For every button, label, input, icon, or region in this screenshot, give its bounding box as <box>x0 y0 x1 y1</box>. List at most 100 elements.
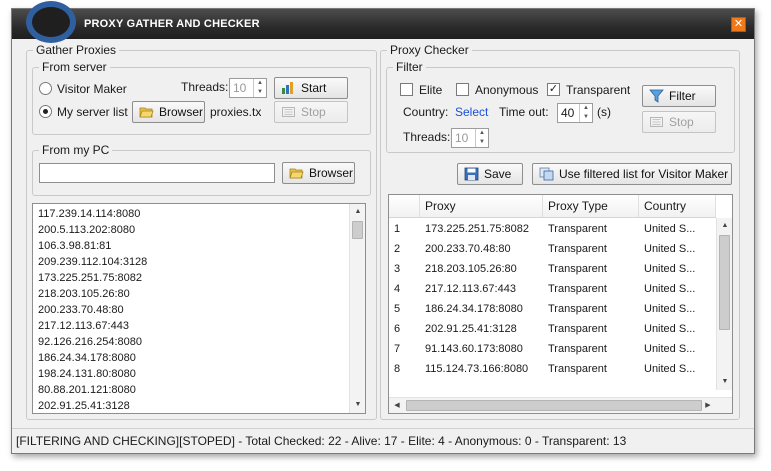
use-filtered-list-button[interactable]: Use filtered list for Visitor Maker <box>532 163 732 185</box>
row-proxy: 91.143.60.173:8080 <box>425 343 523 355</box>
list-item[interactable]: 200.5.113.202:8080 <box>33 222 365 238</box>
checked-proxy-table[interactable]: Proxy Proxy Type Country 1 173.225.251.75… <box>388 194 733 414</box>
timeout-stepper[interactable]: 40 ▲ ▼ <box>557 103 593 123</box>
gather-proxies-legend: Gather Proxies <box>33 43 120 57</box>
start-button-label: Start <box>301 81 327 95</box>
filter-button[interactable]: Filter <box>642 85 716 107</box>
visitor-maker-radio[interactable] <box>39 82 52 95</box>
checker-threads-stepper[interactable]: 10 ▲ ▼ <box>451 128 489 148</box>
stop-icon <box>282 107 295 117</box>
country-select-link[interactable]: Select <box>455 105 488 119</box>
proxy-list-scrollbar[interactable]: ▲ ▼ <box>349 204 365 413</box>
table-horizontal-scrollbar[interactable]: ◀ ▶ <box>389 397 732 413</box>
transparent-label[interactable]: Transparent <box>566 83 630 97</box>
server-browser-button[interactable]: Browser <box>132 101 205 123</box>
timeout-unit: (s) <box>597 105 611 119</box>
list-item[interactable]: 92.126.216.254:8080 <box>33 334 365 350</box>
timeout-value: 40 <box>561 106 575 120</box>
row-proxy: 173.225.251.75:8082 <box>425 223 529 235</box>
table-row[interactable]: 4 217.12.113.67:443 Transparent United S... <box>389 279 716 299</box>
scroll-up-icon[interactable]: ▲ <box>350 204 365 220</box>
folder-open-icon <box>139 107 154 118</box>
row-country: United S... <box>644 263 696 275</box>
floppy-disk-icon <box>464 167 479 181</box>
scroll-down-icon[interactable]: ▼ <box>717 374 732 390</box>
list-item[interactable]: 80.88.201.121:8080 <box>33 382 365 398</box>
row-proxy: 200.233.70.48:80 <box>425 243 511 255</box>
row-proxy-type: Transparent <box>548 263 607 275</box>
pc-browser-button[interactable]: Browser <box>282 162 355 184</box>
list-copy-icon <box>539 167 554 181</box>
list-item[interactable]: 217.12.113.67:443 <box>33 318 365 334</box>
table-horizontal-scroll-thumb[interactable] <box>406 400 702 411</box>
transparent-checkbox[interactable]: ✓ <box>547 83 560 96</box>
close-button[interactable]: ✕ <box>731 17 746 32</box>
list-item[interactable]: 202.91.25.41:3128 <box>33 398 365 413</box>
list-item[interactable]: 198.24.131.80:8080 <box>33 366 365 382</box>
column-header-proxy[interactable]: Proxy <box>420 195 543 217</box>
gathered-proxy-list[interactable]: 117.239.14.114:8080 200.5.113.202:8080 106… <box>32 203 366 414</box>
server-threads-stepper[interactable]: 10 ▲ ▼ <box>229 78 267 98</box>
scroll-left-icon[interactable]: ◀ <box>389 398 405 413</box>
pc-file-path-input[interactable] <box>39 163 275 183</box>
checker-stop-label: Stop <box>669 115 694 129</box>
column-header-proxy-type[interactable]: Proxy Type <box>543 195 639 217</box>
elite-label[interactable]: Elite <box>419 83 442 97</box>
table-row[interactable]: 2 200.233.70.48:80 Transparent United S... <box>389 239 716 259</box>
anonymous-label[interactable]: Anonymous <box>475 83 538 97</box>
checker-stop-button[interactable]: Stop <box>642 111 716 133</box>
table-row[interactable]: 1 173.225.251.75:8082 Transparent United S.… <box>389 219 716 239</box>
list-item[interactable]: 200.233.70.48:80 <box>33 302 365 318</box>
anonymous-checkbox[interactable] <box>456 83 469 96</box>
row-proxy-type: Transparent <box>548 243 607 255</box>
table-row[interactable]: 8 115.124.73.166:8080 Transparent United S.… <box>389 359 716 379</box>
save-button-label: Save <box>484 167 512 181</box>
filter-button-label: Filter <box>669 89 696 103</box>
status-text: [FILTERING AND CHECKING][STOPED] - Total… <box>16 434 627 448</box>
scroll-up-icon[interactable]: ▲ <box>717 218 732 234</box>
my-server-list-radio[interactable] <box>39 105 52 118</box>
list-item[interactable]: 106.3.98.81:81 <box>33 238 365 254</box>
gather-proxies-group: Gather Proxies From server Visitor Maker… <box>26 43 377 420</box>
table-vertical-scrollbar[interactable]: ▲ ▼ <box>716 218 732 390</box>
row-index: 5 <box>394 303 401 315</box>
row-index: 8 <box>394 363 401 375</box>
table-vertical-scroll-thumb[interactable] <box>719 235 730 330</box>
use-filtered-list-label: Use filtered list for Visitor Maker <box>559 167 729 181</box>
list-item[interactable]: 186.24.34.178:8080 <box>33 350 365 366</box>
filter-group: Filter Elite Anonymous ✓ Transparent Fil… <box>386 60 735 153</box>
save-button[interactable]: Save <box>457 163 523 185</box>
stepper-down-icon[interactable]: ▼ <box>254 88 266 97</box>
bar-chart-icon <box>282 82 293 94</box>
proxy-checker-legend: Proxy Checker <box>387 43 472 57</box>
list-item[interactable]: 218.203.105.26:80 <box>33 286 365 302</box>
window-title: PROXY GATHER AND CHECKER <box>84 18 260 30</box>
proxy-list-scroll-thumb[interactable] <box>352 221 363 239</box>
stepper-down-icon[interactable]: ▼ <box>580 113 592 122</box>
stepper-down-icon[interactable]: ▼ <box>476 138 488 147</box>
visitor-maker-label[interactable]: Visitor Maker <box>57 82 127 96</box>
table-row[interactable]: 7 91.143.60.173:8080 Transparent United S..… <box>389 339 716 359</box>
stepper-up-icon[interactable]: ▲ <box>476 129 488 138</box>
timeout-label: Time out: <box>499 105 549 119</box>
elite-checkbox[interactable] <box>400 83 413 96</box>
list-item[interactable]: 117.239.14.114:8080 <box>33 206 365 222</box>
row-country: United S... <box>644 363 696 375</box>
my-server-list-label[interactable]: My server list <box>57 105 128 119</box>
list-item[interactable]: 173.225.251.75:8082 <box>33 270 365 286</box>
scroll-right-icon[interactable]: ▶ <box>700 398 716 413</box>
scroll-down-icon[interactable]: ▼ <box>350 397 365 413</box>
title-bar[interactable]: PROXY GATHER AND CHECKER ✕ <box>12 1 754 43</box>
list-item[interactable]: 209.239.112.104:3128 <box>33 254 365 270</box>
start-button[interactable]: Start <box>274 77 348 99</box>
stepper-up-icon[interactable]: ▲ <box>254 79 266 88</box>
table-row[interactable]: 3 218.203.105.26:80 Transparent United S... <box>389 259 716 279</box>
stepper-up-icon[interactable]: ▲ <box>580 104 592 113</box>
row-country: United S... <box>644 343 696 355</box>
column-header-country[interactable]: Country <box>639 195 716 217</box>
column-header-index[interactable] <box>389 195 420 217</box>
server-threads-value: 10 <box>233 81 247 95</box>
table-row[interactable]: 5 186.24.34.178:8080 Transparent United S..… <box>389 299 716 319</box>
table-row[interactable]: 6 202.91.25.41:3128 Transparent United S... <box>389 319 716 339</box>
server-stop-button[interactable]: Stop <box>274 101 348 123</box>
